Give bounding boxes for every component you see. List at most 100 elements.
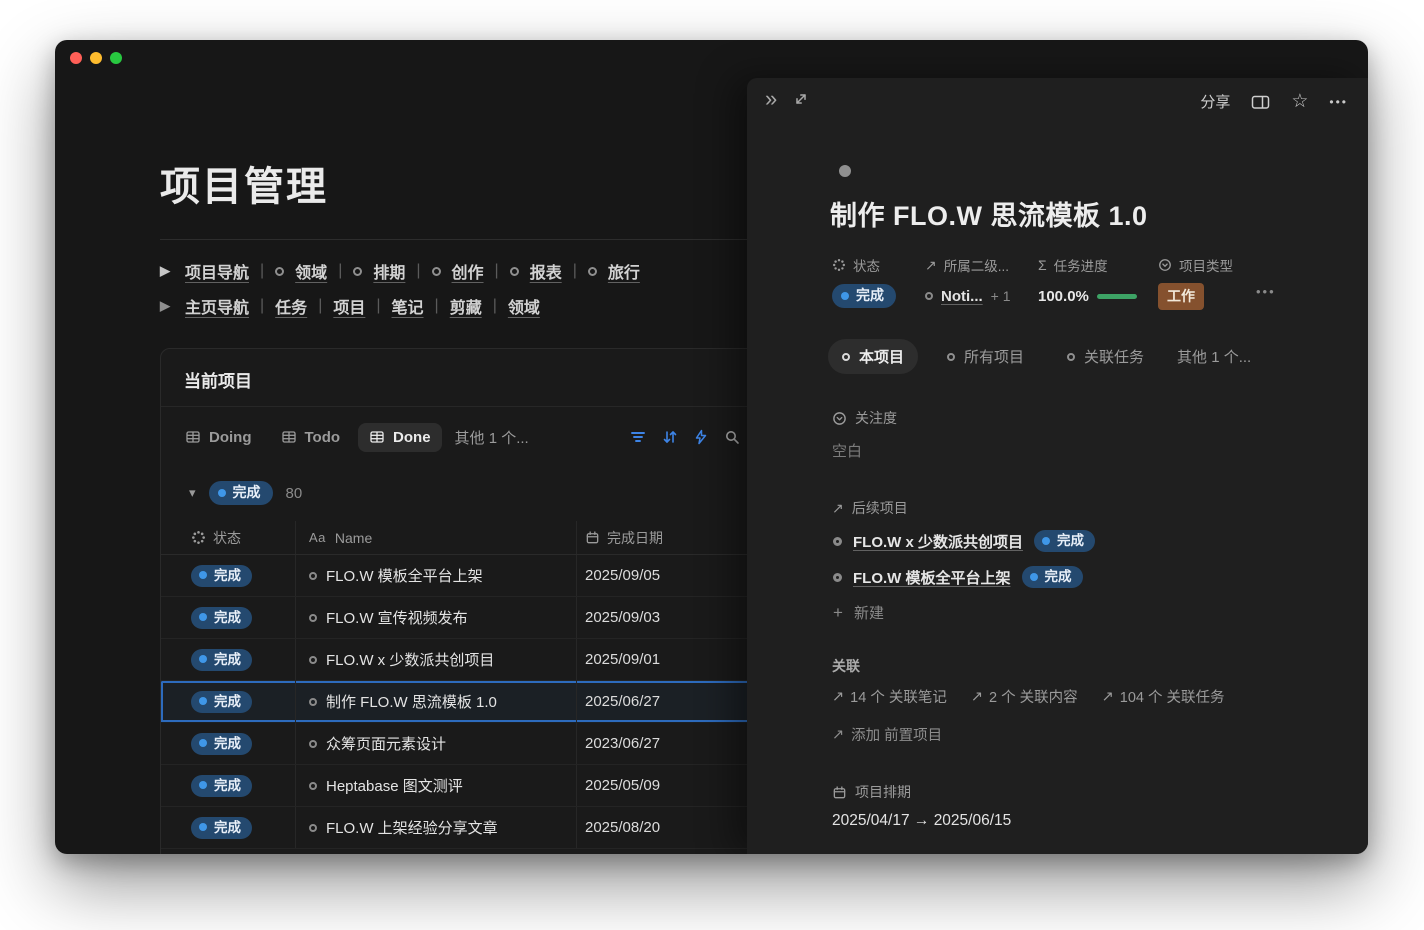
followup-property-label[interactable]: ↗ 后续项目 xyxy=(832,498,908,518)
page-ring-icon xyxy=(947,353,955,361)
close-button[interactable] xyxy=(70,52,82,64)
row-date[interactable]: 2025/09/05 xyxy=(585,567,660,584)
expand-fullpage-icon[interactable] xyxy=(793,91,809,107)
schedule-property-label[interactable]: 项目排期 xyxy=(832,782,911,802)
row-date[interactable]: 2025/09/01 xyxy=(585,651,660,668)
nav-link-domain2[interactable]: 领域 xyxy=(508,294,540,318)
tab-more[interactable]: 其他 1 个... xyxy=(1173,339,1255,374)
status-badge[interactable]: 完成 xyxy=(191,565,252,587)
nav-link-notes[interactable]: 笔记 xyxy=(392,294,424,318)
filter-icon[interactable] xyxy=(629,429,647,445)
status-badge[interactable]: 完成 xyxy=(191,607,252,629)
relation-page-link[interactable]: Noti... xyxy=(941,288,983,305)
row-title[interactable]: 制作 FLO.W 思流模板 1.0 xyxy=(326,691,497,712)
divider-pipe: | xyxy=(260,297,264,315)
followup-item[interactable]: FLO.W x 少数派共创项目 完成 xyxy=(833,530,1095,552)
nav-link-domain[interactable]: 领域 xyxy=(295,259,327,283)
focus-empty-value[interactable]: 空白 xyxy=(832,440,862,461)
minimize-button[interactable] xyxy=(90,52,102,64)
focus-property-label[interactable]: 关注度 xyxy=(832,408,897,428)
window-controls xyxy=(70,52,122,64)
section-label: 后续项目 xyxy=(852,498,908,518)
nav-link-report[interactable]: 报表 xyxy=(530,259,562,283)
related-notes-link[interactable]: ↗ 14 个 关联笔记 xyxy=(832,686,947,707)
row-date[interactable]: 2025/08/20 xyxy=(585,819,660,836)
related-tasks-link[interactable]: ↗ 104 个 关联任务 xyxy=(1102,686,1225,707)
toggle-right-icon[interactable]: ▶ xyxy=(160,263,174,279)
group-status-badge[interactable]: 完成 xyxy=(209,481,273,505)
followup-page-link[interactable]: FLO.W x 少数派共创项目 xyxy=(853,531,1023,552)
tab-this-project[interactable]: 本项目 xyxy=(828,339,918,374)
view-tab-done[interactable]: Done xyxy=(358,423,442,452)
nav-link-create[interactable]: 创作 xyxy=(452,259,484,283)
tab-all-projects[interactable]: 所有项目 xyxy=(933,339,1038,374)
row-title[interactable]: FLO.W 上架经验分享文章 xyxy=(326,817,498,838)
related-content-link[interactable]: ↗ 2 个 关联内容 xyxy=(971,686,1078,707)
view-tab-doing[interactable]: Doing xyxy=(174,423,263,452)
toggle-right-icon[interactable]: ▶ xyxy=(160,298,174,314)
nav-link-home-nav[interactable]: 主页导航 xyxy=(185,294,249,318)
page-icon[interactable] xyxy=(839,165,851,177)
more-properties-icon[interactable]: ••• xyxy=(1256,284,1276,299)
text-type-icon: Aa xyxy=(309,530,326,545)
relation-extra-count[interactable]: + 1 xyxy=(991,288,1011,304)
collapse-group-icon[interactable]: ▾ xyxy=(189,485,196,501)
nav-link-schedule[interactable]: 排期 xyxy=(373,259,405,283)
nav-link-travel[interactable]: 旅行 xyxy=(608,259,640,283)
more-menu-icon[interactable]: ••• xyxy=(1329,95,1348,109)
add-predecessor-button[interactable]: ↗ 添加 前置项目 xyxy=(832,724,942,745)
close-peek-icon[interactable]: » xyxy=(765,88,777,110)
row-date[interactable]: 2025/05/09 xyxy=(585,777,660,794)
schedule-date-range[interactable]: 2025/04/17 → 2025/06/15 xyxy=(832,812,1011,830)
status-badge[interactable]: 完成 xyxy=(191,733,252,755)
status-badge[interactable]: 完成 xyxy=(191,775,252,797)
column-label: Name xyxy=(335,530,372,546)
group-header: ▾ 完成 80 xyxy=(189,480,302,506)
side-peek-layout-icon[interactable] xyxy=(1251,94,1270,110)
row-date[interactable]: 2025/06/27 xyxy=(585,693,660,710)
progress-bar xyxy=(1097,294,1137,299)
column-status[interactable]: 状态 xyxy=(161,528,295,548)
status-dot xyxy=(199,571,207,579)
search-icon[interactable] xyxy=(724,429,740,445)
nav-link-tasks[interactable]: 任务 xyxy=(275,294,307,318)
followup-page-link[interactable]: FLO.W 模板全平台上架 xyxy=(853,567,1011,588)
type-tag[interactable]: 工作 xyxy=(1158,283,1204,310)
followup-item[interactable]: FLO.W 模板全平台上架 完成 xyxy=(833,566,1083,588)
table-view-icon xyxy=(185,429,201,445)
divider-pipe: | xyxy=(493,297,497,315)
divider-pipe: | xyxy=(573,262,577,280)
row-title[interactable]: FLO.W x 少数派共创项目 xyxy=(326,649,494,670)
zoom-button[interactable] xyxy=(110,52,122,64)
tab-related-tasks[interactable]: 关联任务 xyxy=(1053,339,1158,374)
status-dot xyxy=(218,489,226,497)
divider-pipe: | xyxy=(318,297,322,315)
status-badge[interactable]: 完成 xyxy=(191,691,252,713)
view-tab-todo[interactable]: Todo xyxy=(270,423,352,452)
status-badge[interactable]: 完成 xyxy=(191,649,252,671)
more-views-button[interactable]: 其他 1 个... xyxy=(449,421,535,454)
nav-link-clips[interactable]: 剪藏 xyxy=(450,294,482,318)
row-title[interactable]: Heptabase 图文测评 xyxy=(326,775,463,796)
status-badge[interactable]: 完成 xyxy=(191,817,252,839)
row-date[interactable]: 2023/06/27 xyxy=(585,735,660,752)
nav-link-projects[interactable]: 项目 xyxy=(333,294,365,318)
automation-lightning-icon[interactable] xyxy=(693,429,709,445)
sort-icon[interactable] xyxy=(662,429,678,445)
divider-pipe: | xyxy=(435,297,439,315)
select-circle-icon xyxy=(1158,258,1172,272)
page-ring-icon xyxy=(309,824,317,832)
peek-page-title[interactable]: 制作 FLO.W 思流模板 1.0 xyxy=(830,198,1148,234)
row-title[interactable]: FLO.W 宣传视频发布 xyxy=(326,607,468,628)
row-title[interactable]: FLO.W 模板全平台上架 xyxy=(326,565,483,586)
row-date[interactable]: 2025/09/03 xyxy=(585,609,660,626)
new-followup-button[interactable]: + 新建 xyxy=(833,602,884,623)
divider-pipe: | xyxy=(376,297,380,315)
column-name[interactable]: Aa Name xyxy=(295,521,576,554)
status-badge[interactable]: 完成 xyxy=(832,284,896,308)
share-button[interactable]: 分享 xyxy=(1200,91,1230,112)
favorite-star-icon[interactable]: ☆ xyxy=(1291,90,1308,113)
sum-sigma-icon: Σ xyxy=(1038,257,1047,273)
nav-link-project-nav[interactable]: 项目导航 xyxy=(185,259,249,283)
row-title[interactable]: 众筹页面元素设计 xyxy=(326,733,446,754)
